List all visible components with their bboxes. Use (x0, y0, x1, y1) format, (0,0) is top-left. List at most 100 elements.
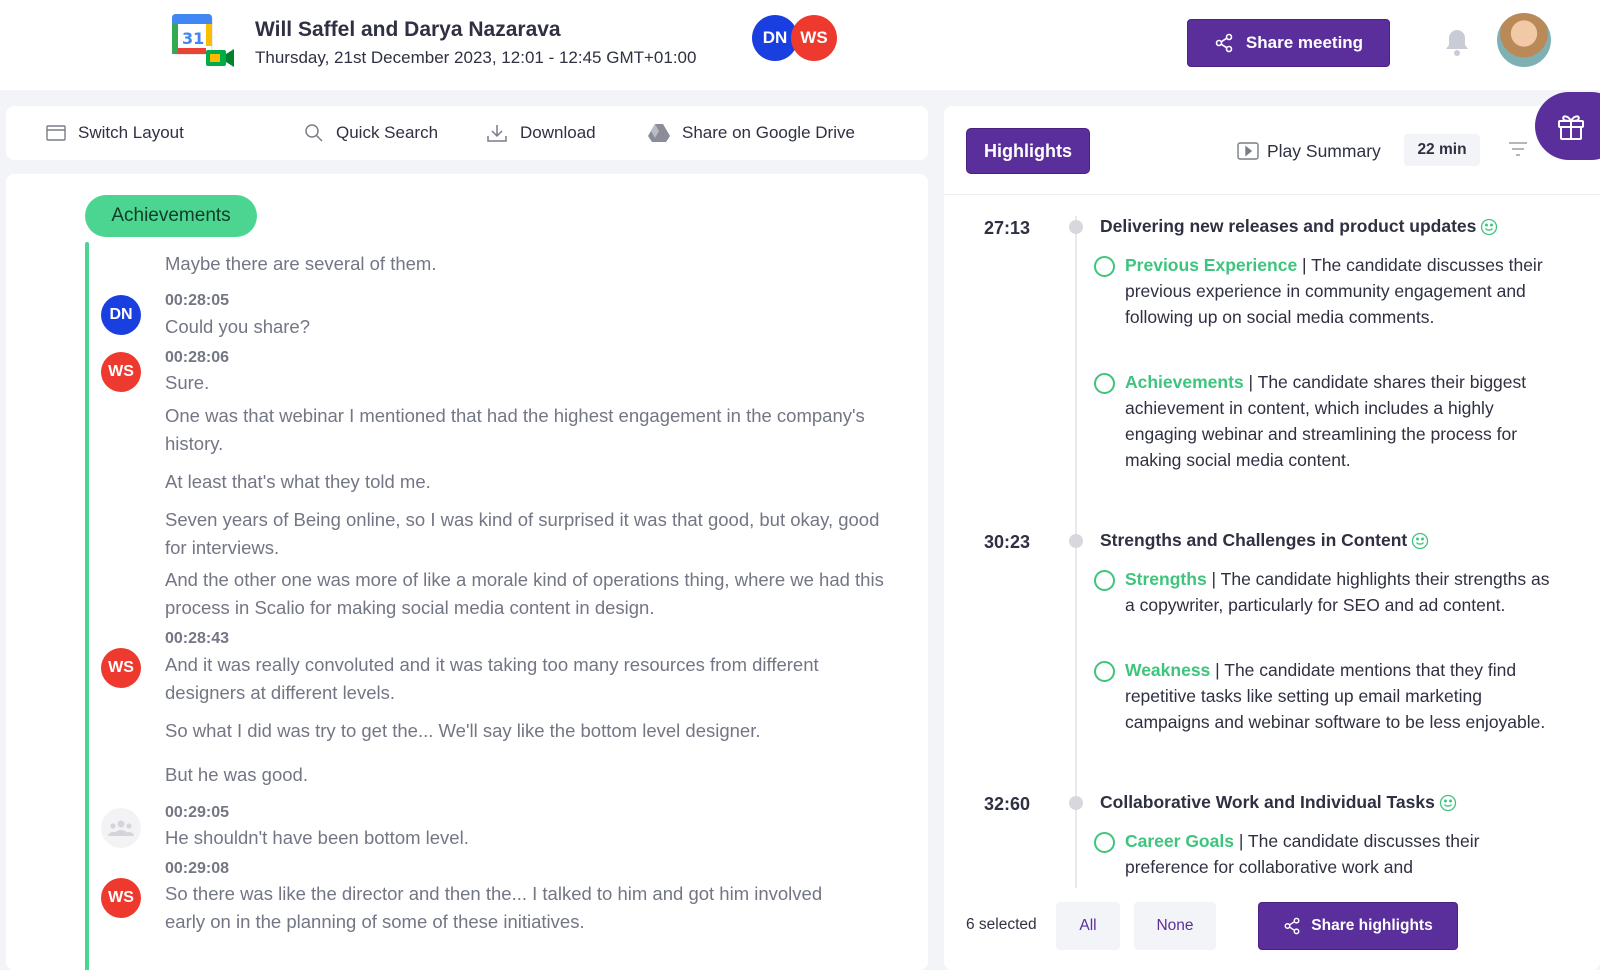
highlight-time[interactable]: 30:23 (984, 532, 1030, 553)
highlight-tag: Previous Experience (1125, 255, 1298, 275)
speaker-avatar-ws: WS (101, 352, 141, 392)
highlight-text: Strengths | The candidate highlights the… (1125, 566, 1554, 618)
select-none-button[interactable]: None (1134, 902, 1216, 950)
highlight-topic-title: Strengths and Challenges in Content (1100, 530, 1429, 551)
selected-count: 6 selected (966, 916, 1037, 933)
transcript-line[interactable]: He shouldn't have been bottom level. (165, 824, 469, 852)
highlight-checkbox[interactable] (1094, 256, 1115, 277)
speaker-avatar-unknown (101, 808, 141, 848)
highlight-topic-title: Collaborative Work and Individual Tasks (1100, 792, 1457, 813)
svg-text:31: 31 (182, 29, 204, 48)
highlight-time[interactable]: 27:13 (984, 218, 1030, 239)
transcript-line[interactable]: So what I did was try to get the... We'l… (165, 717, 761, 745)
highlights-panel: Highlights Play Summary 22 min 27:13 Del… (944, 106, 1600, 970)
share-icon (1284, 917, 1300, 935)
google-calendar-meet-icon: 31 (172, 14, 234, 67)
download-label: Download (520, 123, 596, 142)
highlight-tag: Achievements (1125, 372, 1244, 392)
filter-icon[interactable] (1508, 142, 1528, 156)
share-highlights-button[interactable]: Share highlights (1258, 902, 1458, 950)
share-highlights-label: Share highlights (1311, 917, 1433, 934)
timestamp[interactable]: 00:29:05 (165, 804, 229, 822)
highlight-time[interactable]: 32:60 (984, 794, 1030, 815)
transcript-line[interactable]: One was that webinar I mentioned that ha… (165, 402, 885, 458)
download-button[interactable]: Download (486, 106, 596, 160)
quick-search-button[interactable]: Quick Search (304, 106, 438, 160)
group-icon (108, 820, 134, 836)
smiley-icon (1481, 218, 1498, 235)
switch-layout-button[interactable]: Switch Layout (46, 106, 184, 160)
speaker-avatar-ws: WS (101, 648, 141, 688)
transcript-line[interactable]: And the other one was more of like a mor… (165, 566, 895, 622)
highlight-checkbox[interactable] (1094, 570, 1115, 591)
play-icon (1237, 142, 1259, 160)
smiley-icon (1412, 532, 1429, 549)
divider (944, 194, 1600, 195)
summary-duration-badge: 22 min (1404, 134, 1480, 166)
user-avatar[interactable] (1497, 13, 1551, 67)
gift-icon (1558, 115, 1584, 140)
transcript-line[interactable]: Could you share? (165, 313, 310, 341)
layout-icon (46, 125, 66, 141)
play-summary-label: Play Summary (1267, 140, 1381, 161)
quick-search-label: Quick Search (336, 123, 439, 142)
timestamp[interactable]: 00:28:06 (165, 349, 229, 367)
highlight-item[interactable]: Strengths | The candidate highlights the… (1094, 566, 1554, 618)
meeting-title: Will Saffel and Darya Nazarava (255, 18, 561, 41)
highlight-tag: Career Goals (1125, 831, 1234, 851)
timestamp[interactable]: 00:28:43 (165, 630, 229, 648)
highlight-checkbox[interactable] (1094, 661, 1115, 682)
speaker-avatar-ws: WS (101, 878, 141, 918)
highlight-tag: Strengths (1125, 569, 1207, 589)
switch-layout-label: Switch Layout (78, 123, 184, 142)
top-header: 31 Will Saffel and Darya Nazarava Thursd… (0, 0, 1600, 90)
timestamp[interactable]: 00:29:08 (165, 860, 229, 878)
section-label-achievements[interactable]: Achievements (85, 195, 257, 237)
highlights-footer: 6 selected All None Share highlights (944, 888, 1600, 970)
speaker-avatar-dn: DN (101, 295, 141, 335)
highlight-tag: Weakness (1125, 660, 1211, 680)
meeting-datetime: Thursday, 21st December 2023, 12:01 - 12… (255, 48, 697, 67)
transcript-line[interactable]: But he was good. (165, 761, 308, 789)
highlight-text: Previous Experience | The candidate disc… (1125, 252, 1554, 330)
highlight-text: Achievements | The candidate shares thei… (1125, 369, 1554, 473)
smiley-icon (1439, 794, 1457, 811)
highlight-text: Weakness | The candidate mentions that t… (1125, 657, 1554, 735)
share-icon (1215, 33, 1233, 53)
share-meeting-button[interactable]: Share meeting (1187, 19, 1390, 67)
transcript-panel: Achievements Maybe there are several of … (6, 174, 928, 970)
tab-highlights[interactable]: Highlights (966, 128, 1090, 174)
highlight-item[interactable]: Weakness | The candidate mentions that t… (1094, 657, 1554, 735)
highlight-topic-title: Delivering new releases and product upda… (1100, 216, 1498, 237)
transcript-line[interactable]: At least that's what they told me. (165, 468, 431, 496)
select-all-button[interactable]: All (1056, 902, 1120, 950)
timestamp[interactable]: 00:28:05 (165, 292, 229, 310)
share-meeting-label: Share meeting (1245, 33, 1364, 52)
transcript-line[interactable]: And it was really convoluted and it was … (165, 651, 865, 707)
highlight-topic-label: Delivering new releases and product upda… (1100, 216, 1477, 236)
highlight-text: Career Goals | The candidate discusses t… (1125, 828, 1554, 880)
transcript-line[interactable]: Seven years of Being online, so I was ki… (165, 506, 885, 562)
highlight-checkbox[interactable] (1094, 832, 1115, 853)
timeline-dot (1069, 534, 1083, 548)
highlight-item[interactable]: Previous Experience | The candidate disc… (1094, 252, 1554, 330)
highlight-item[interactable]: Career Goals | The candidate discusses t… (1094, 828, 1554, 880)
transcript-line[interactable]: Sure. (165, 369, 209, 397)
bell-icon[interactable] (1444, 27, 1470, 57)
transcript-line[interactable]: So there was like the director and then … (165, 880, 865, 936)
highlight-item[interactable]: Achievements | The candidate shares thei… (1094, 369, 1554, 473)
gift-button[interactable] (1535, 92, 1600, 160)
play-summary-button[interactable]: Play Summary (1237, 138, 1381, 164)
highlight-topic-label: Collaborative Work and Individual Tasks (1100, 792, 1435, 812)
participant-avatar-ws[interactable]: WS (791, 15, 837, 61)
highlight-topic-label: Strengths and Challenges in Content (1100, 530, 1408, 550)
timeline-dot (1069, 796, 1083, 810)
transcript-line[interactable]: Maybe there are several of them. (165, 250, 436, 278)
highlight-checkbox[interactable] (1094, 373, 1115, 394)
transcript-toolbar: Switch Layout Quick Search Download Shar… (6, 106, 928, 160)
section-marker-line (85, 242, 89, 970)
share-google-drive-label: Share on Google Drive (682, 123, 855, 142)
download-icon (487, 125, 507, 142)
share-google-drive-button[interactable]: Share on Google Drive (648, 106, 855, 160)
timeline-dot (1069, 220, 1083, 234)
